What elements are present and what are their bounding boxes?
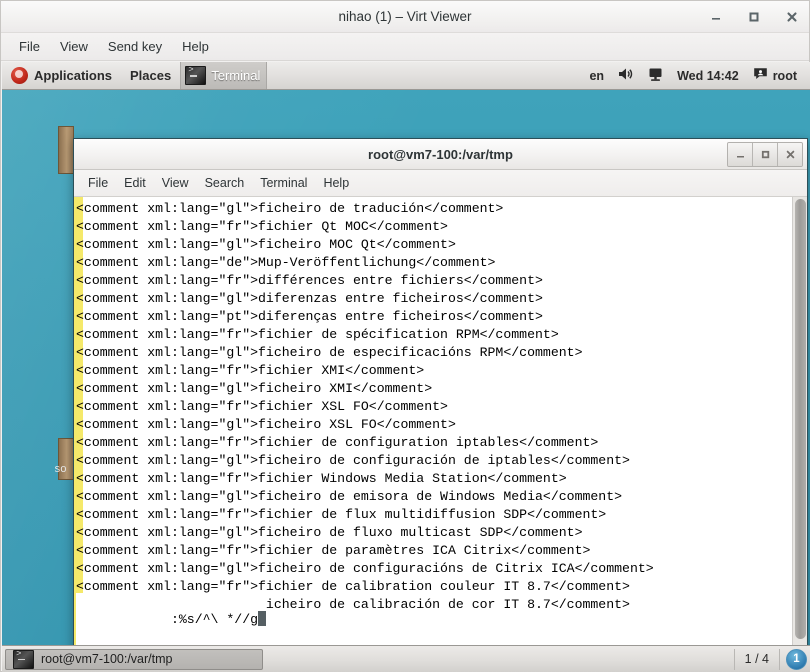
terminal-line: <comment xml:lang="fr">fichier de paramè… bbox=[76, 543, 591, 558]
background-window-text: so bbox=[54, 464, 67, 476]
terminal-titlebar[interactable]: root@vm7-100:/var/tmp bbox=[74, 139, 807, 170]
clock[interactable]: Wed 14:42 bbox=[670, 62, 746, 89]
desktop-background[interactable]: so root@vm7-100:/var/tmp File Edit View … bbox=[2, 90, 810, 645]
terminal-icon bbox=[13, 649, 34, 669]
monitor-icon bbox=[648, 67, 663, 85]
terminal-line: <comment xml:lang="fr">fichier de flux m… bbox=[76, 507, 607, 522]
virt-viewer-title: nihao (1) – Virt Viewer bbox=[338, 9, 472, 24]
terminal-menu-view[interactable]: View bbox=[154, 173, 197, 193]
vv-menu-view[interactable]: View bbox=[50, 36, 98, 57]
terminal-line: <comment xml:lang="gl">ficheiro de confi… bbox=[76, 453, 630, 468]
terminal-menu-help[interactable]: Help bbox=[315, 173, 357, 193]
terminal-menu-terminal[interactable]: Terminal bbox=[252, 173, 315, 193]
gnome-bottom-panel: root@vm7-100:/var/tmp 1 / 4 1 bbox=[2, 645, 810, 672]
vv-menu-file[interactable]: File bbox=[9, 36, 50, 57]
display-indicator[interactable] bbox=[641, 62, 670, 89]
terminal-line: <comment xml:lang="gl">ficheiro de emiso… bbox=[76, 489, 623, 504]
vim-command-text: :%s/^\ *//g bbox=[170, 612, 259, 627]
close-icon[interactable] bbox=[778, 143, 802, 166]
minimize-icon[interactable] bbox=[705, 6, 727, 28]
terminal-line: <comment xml:lang="fr">différences entre… bbox=[76, 273, 543, 288]
terminal-lines: <comment xml:lang="gl">ficheiro de tradu… bbox=[76, 200, 791, 614]
workspace-area: 1 / 4 1 bbox=[733, 646, 807, 672]
workspace-switcher-indicator[interactable]: 1 bbox=[786, 648, 807, 670]
terminal-line: <comment xml:lang="gl">ficheiro de confi… bbox=[76, 561, 654, 576]
terminal-line: <comment xml:lang="fr">fichier de spécif… bbox=[76, 327, 559, 342]
speaker-icon bbox=[618, 67, 634, 84]
workspace-count[interactable]: 1 / 4 bbox=[733, 648, 780, 670]
terminal-icon bbox=[185, 66, 207, 85]
terminal-line: <comment xml:lang="fr">fichier XMI</comm… bbox=[76, 363, 425, 378]
panel-left-section: Applications Places Terminal bbox=[2, 62, 268, 89]
virt-viewer-window: nihao (1) – Virt Viewer File View Send k… bbox=[0, 0, 810, 672]
scrollbar-thumb[interactable] bbox=[795, 199, 806, 639]
vv-menu-help[interactable]: Help bbox=[172, 36, 219, 57]
terminal-menu-edit[interactable]: Edit bbox=[116, 173, 154, 193]
volume-indicator[interactable] bbox=[611, 62, 641, 89]
terminal-line: <comment xml:lang="gl">ficheiro MOC Qt</… bbox=[76, 237, 456, 252]
terminal-line: <comment xml:lang="pt">diferenças entre … bbox=[76, 309, 543, 324]
window-list-item-label: Terminal bbox=[211, 68, 261, 83]
terminal-line: <comment xml:lang="gl">ficheiro XSL FO</… bbox=[76, 417, 456, 432]
user-chat-icon bbox=[753, 67, 768, 84]
guest-screen: Applications Places Terminal en bbox=[2, 62, 810, 672]
user-menu[interactable]: root bbox=[746, 62, 804, 89]
minimize-icon[interactable] bbox=[728, 143, 753, 166]
terminal-line: <comment xml:lang="fr">fichier XSL FO</c… bbox=[76, 399, 448, 414]
virt-viewer-menubar: File View Send key Help bbox=[1, 33, 809, 61]
close-icon[interactable] bbox=[781, 6, 803, 28]
keyboard-layout-label: en bbox=[589, 68, 605, 83]
terminal-line: <comment xml:lang="fr">fichier de config… bbox=[76, 435, 599, 450]
terminal-menu-file[interactable]: File bbox=[80, 173, 116, 193]
vv-menu-send-key[interactable]: Send key bbox=[98, 36, 172, 57]
terminal-line: <comment xml:lang="gl">ficheiro XMI</com… bbox=[76, 381, 433, 396]
maximize-icon[interactable] bbox=[753, 143, 778, 166]
taskbar-item-label: root@vm7-100:/var/tmp bbox=[41, 652, 173, 666]
keyboard-layout-indicator[interactable]: en bbox=[582, 62, 611, 89]
places-menu-label: Places bbox=[130, 68, 172, 83]
terminal-line: <comment xml:lang="de">Mup-Veröffentlich… bbox=[76, 255, 496, 270]
terminal-line: <comment xml:lang="gl">diferenzas entre … bbox=[76, 291, 543, 306]
places-menu[interactable]: Places bbox=[121, 62, 180, 89]
clock-label: Wed 14:42 bbox=[677, 68, 739, 83]
fedora-logo-icon bbox=[11, 67, 28, 84]
terminal-menubar: File Edit View Search Terminal Help bbox=[74, 170, 807, 197]
terminal-scrollbar[interactable] bbox=[792, 197, 807, 645]
system-tray: en Wed 14:42 root bbox=[582, 62, 810, 89]
terminal-line: <comment xml:lang="gl">ficheiro de fluxo… bbox=[76, 525, 583, 540]
terminal-window-controls bbox=[727, 142, 803, 167]
terminal-line: <comment xml:lang="gl">ficheiro de espec… bbox=[76, 345, 583, 360]
applications-menu-label: Applications bbox=[34, 68, 113, 83]
terminal-title: root@vm7-100:/var/tmp bbox=[368, 147, 513, 162]
vim-command-line: :%s/^\ *//g bbox=[76, 593, 267, 645]
terminal-line: <comment xml:lang="fr">fichier Qt MOC</c… bbox=[76, 219, 448, 234]
text-cursor bbox=[258, 611, 267, 626]
background-window-edge[interactable] bbox=[58, 126, 74, 174]
terminal-line: <comment xml:lang="gl">ficheiro de tradu… bbox=[76, 201, 504, 216]
terminal-line: <comment xml:lang="fr">fichier Windows M… bbox=[76, 471, 567, 486]
taskbar-item-terminal[interactable]: root@vm7-100:/var/tmp bbox=[5, 648, 263, 670]
terminal-text-area[interactable]: <comment xml:lang="gl">ficheiro de tradu… bbox=[74, 197, 807, 645]
virt-viewer-window-controls bbox=[705, 1, 803, 33]
terminal-window: root@vm7-100:/var/tmp File Edit View Sea… bbox=[73, 138, 808, 645]
terminal-menu-search[interactable]: Search bbox=[197, 173, 253, 193]
maximize-icon[interactable] bbox=[743, 6, 765, 28]
user-menu-label: root bbox=[772, 68, 797, 83]
window-list-item-terminal[interactable]: Terminal bbox=[180, 62, 268, 89]
gnome-top-panel: Applications Places Terminal en bbox=[2, 62, 810, 90]
applications-menu[interactable]: Applications bbox=[2, 62, 121, 89]
virt-viewer-titlebar: nihao (1) – Virt Viewer bbox=[1, 1, 809, 33]
